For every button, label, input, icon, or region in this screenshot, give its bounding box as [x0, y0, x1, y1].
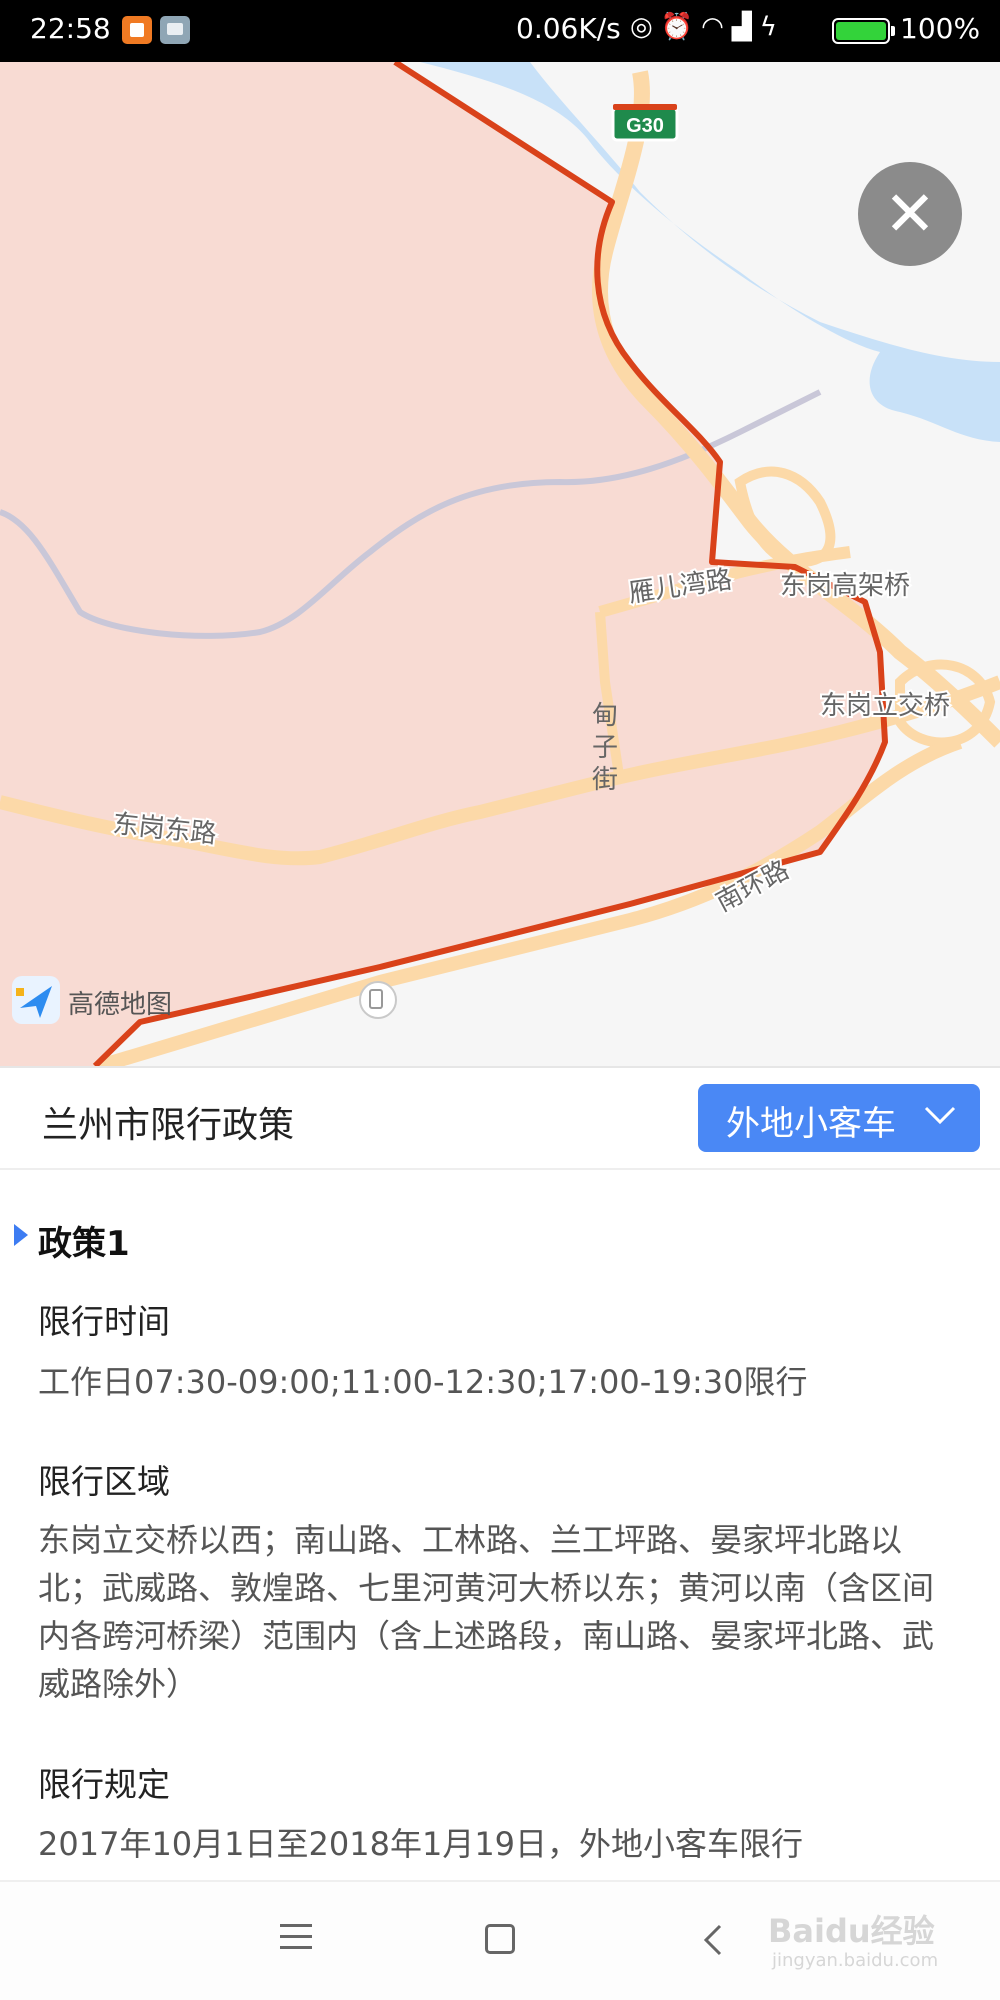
policy-header: 兰州市限行政策 外地小客车	[0, 1068, 1000, 1170]
vehicle-type-dropdown[interactable]: 外地小客车	[698, 1084, 980, 1152]
battery-fill	[836, 22, 886, 40]
status-icons: ◎⏰◠▟ϟ	[630, 12, 785, 42]
signal-icon: ▟	[731, 12, 760, 42]
page-title: 兰州市限行政策	[42, 1105, 295, 1146]
amap-logo-text: 高德地图	[68, 990, 173, 1020]
notification-app-icon	[122, 16, 152, 44]
wifi-icon: ◠	[701, 12, 732, 42]
label-donggang-viaduct: 东岗高架桥	[780, 571, 910, 601]
home-icon[interactable]	[485, 1924, 515, 1954]
rule-text: 2017年10月1日至2018年1月19日，外地小客车限行	[38, 1825, 804, 1863]
vehicle-type-label: 外地小客车	[726, 1104, 896, 1144]
rule-label: 限行规定	[38, 1765, 170, 1804]
policy-title: 政策1	[38, 1224, 130, 1264]
highway-badge: G30	[611, 104, 679, 142]
notification-app2-icon	[160, 16, 190, 44]
close-button[interactable]: ✕	[858, 162, 962, 266]
alarm-icon: ⏰	[660, 12, 702, 42]
area-label: 限行区域	[38, 1462, 170, 1501]
watermark: Baidu经验	[768, 1912, 935, 1950]
charging-icon: ϟ	[759, 12, 785, 42]
caret-right-icon	[14, 1224, 28, 1246]
label-dianzi-street: 甸子街	[591, 701, 618, 795]
status-time: 22:58	[30, 12, 111, 45]
close-icon: ✕	[884, 177, 936, 250]
chevron-down-icon	[924, 1106, 956, 1125]
map-view[interactable]: G30 雁儿湾路 东岗高架桥 东岗立交桥 东岗东路 南环路 甸子街 高德地图 ✕	[0, 62, 1000, 1066]
hotspot-icon: ◎	[630, 12, 661, 42]
time-label: 限行时间	[38, 1302, 170, 1341]
menu-icon[interactable]	[280, 1924, 312, 1952]
system-nav-bar: Baidu经验 jingyan.baidu.com	[0, 1880, 1000, 2000]
battery-icon	[832, 18, 895, 44]
area-text: 东岗立交桥以西；南山路、工林路、兰工坪路、晏家坪北路以北；武威路、敦煌路、七里河…	[38, 1521, 935, 1703]
time-text: 工作日07:30-09:00;11:00-12:30;17:00-19:30限行	[38, 1363, 808, 1401]
highway-badge-label: G30	[626, 115, 664, 137]
gas-station-icon	[359, 981, 397, 1019]
status-bar: 22:58 0.06K/s ◎⏰◠▟ϟ 100%	[0, 0, 1000, 62]
battery-percent: 100%	[900, 12, 981, 45]
label-donggang-interchange: 东岗立交桥	[820, 691, 950, 721]
back-icon[interactable]	[700, 1922, 726, 1958]
network-speed: 0.06K/s	[516, 12, 621, 45]
watermark-sub: jingyan.baidu.com	[772, 1950, 939, 1971]
